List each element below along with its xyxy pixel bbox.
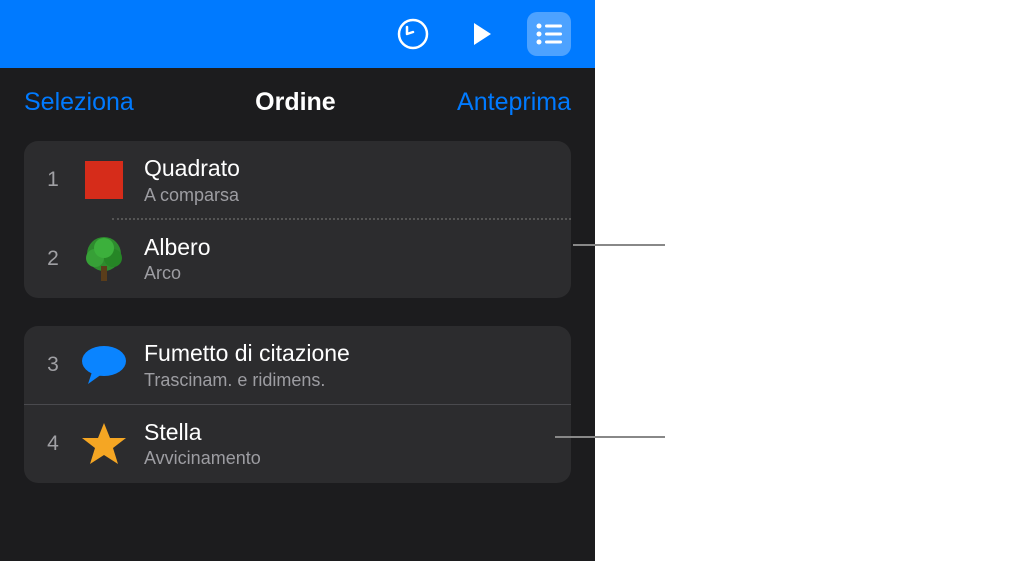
list-item[interactable]: 1 Quadrato A comparsa xyxy=(24,141,571,220)
tab-order[interactable]: Ordine xyxy=(255,88,336,117)
item-title: Albero xyxy=(144,234,555,262)
tab-bar: Seleziona Ordine Anteprima xyxy=(0,68,595,141)
item-effect: Avvicinamento xyxy=(144,448,555,469)
star-icon xyxy=(80,420,128,468)
list-item[interactable]: 2 Albero Arco xyxy=(24,220,571,299)
item-title: Quadrato xyxy=(144,155,555,183)
list-button[interactable] xyxy=(527,12,571,56)
build-group-1: 1 Quadrato A comparsa 2 xyxy=(24,141,571,298)
item-number: 4 xyxy=(40,432,66,456)
item-number: 1 xyxy=(40,168,66,192)
build-list: 1 Quadrato A comparsa 2 xyxy=(0,141,595,483)
toolbar xyxy=(0,0,595,68)
item-title: Stella xyxy=(144,419,555,447)
build-order-panel: Seleziona Ordine Anteprima 1 Quadrato A … xyxy=(0,0,595,561)
square-icon xyxy=(80,156,128,204)
callout-line xyxy=(573,244,665,246)
tree-icon xyxy=(80,235,128,283)
tab-select[interactable]: Seleziona xyxy=(24,88,134,117)
item-number: 3 xyxy=(40,353,66,377)
list-icon xyxy=(531,16,567,52)
play-icon xyxy=(467,20,495,48)
play-button[interactable] xyxy=(459,12,503,56)
build-group-2: 3 Fumetto di citazione Trascinam. e ridi… xyxy=(24,326,571,483)
callout-line xyxy=(555,436,665,438)
item-effect: Trascinam. e ridimens. xyxy=(144,370,555,391)
item-number: 2 xyxy=(40,247,66,271)
speech-bubble-icon xyxy=(80,341,128,389)
list-item[interactable]: 3 Fumetto di citazione Trascinam. e ridi… xyxy=(24,326,571,405)
item-effect: A comparsa xyxy=(144,185,555,206)
list-item[interactable]: 4 Stella Avvicinamento xyxy=(24,405,571,484)
item-effect: Arco xyxy=(144,263,555,284)
undo-button[interactable] xyxy=(391,12,435,56)
undo-icon xyxy=(396,17,430,51)
item-title: Fumetto di citazione xyxy=(144,340,555,368)
tab-preview[interactable]: Anteprima xyxy=(457,88,571,117)
